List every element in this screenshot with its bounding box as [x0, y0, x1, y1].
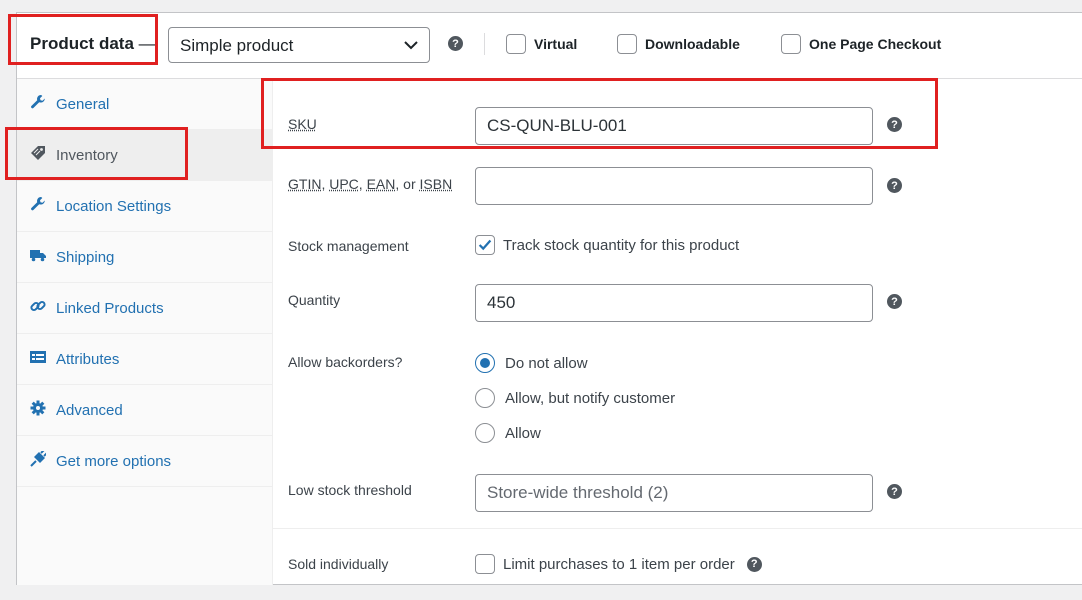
one-page-checkout-checkbox[interactable]: One Page Checkout: [781, 34, 941, 54]
tab-general-label: General: [56, 95, 110, 113]
quantity-input[interactable]: [475, 284, 873, 322]
checkmark-icon: [478, 239, 492, 251]
plug-icon: [30, 451, 46, 467]
tab-advanced[interactable]: Advanced: [17, 385, 273, 436]
inventory-panel: SKU ? GTIN, UPC, EAN, or ISBN ? Stock ma…: [273, 79, 1082, 584]
header-divider: [484, 33, 485, 55]
virtual-checkbox[interactable]: Virtual: [506, 34, 577, 54]
backorders-option-allow[interactable]: Allow: [475, 423, 541, 443]
do-not-allow-label: Do not allow: [505, 354, 588, 372]
list-icon: [30, 351, 46, 363]
sold-individually-check-label: Limit purchases to 1 item per order: [503, 555, 735, 573]
tab-linked-products-label: Linked Products: [56, 299, 164, 317]
sold-individually-help-icon[interactable]: ?: [746, 556, 762, 572]
sold-individually-checkbox-box[interactable]: [475, 554, 495, 574]
tab-get-more-options-label: Get more options: [56, 452, 172, 470]
quantity-help-icon[interactable]: ?: [887, 294, 902, 309]
allow-label: Allow: [505, 424, 541, 442]
chevron-down-icon: [404, 41, 418, 50]
tab-location-settings[interactable]: Location Settings: [17, 181, 273, 232]
low-stock-help-icon[interactable]: ?: [887, 484, 902, 499]
do-not-allow-radio[interactable]: [475, 353, 495, 373]
tab-shipping[interactable]: Shipping: [17, 232, 273, 283]
sku-input[interactable]: [475, 107, 873, 145]
tab-get-more-options[interactable]: Get more options: [17, 436, 273, 487]
tab-attributes-label: Attributes: [56, 350, 120, 368]
one-page-checkout-label: One Page Checkout: [809, 36, 942, 52]
track-stock-label: Track stock quantity for this product: [503, 236, 740, 254]
stock-management-label: Stock management: [288, 238, 409, 254]
gear-icon: [30, 400, 46, 416]
product-data-header: Product data — Simple product ? Virtual …: [17, 13, 1082, 79]
gtin-help-icon[interactable]: ?: [887, 178, 902, 193]
downloadable-label: Downloadable: [645, 36, 740, 52]
track-stock-checkbox[interactable]: Track stock quantity for this product: [475, 235, 739, 255]
tab-shipping-label: Shipping: [56, 248, 115, 266]
tab-linked-products[interactable]: Linked Products: [17, 283, 273, 334]
product-type-select[interactable]: Simple product: [168, 27, 430, 63]
tab-inventory[interactable]: Inventory: [17, 130, 273, 181]
tab-location-settings-label: Location Settings: [56, 197, 172, 215]
gtin-input[interactable]: [475, 167, 873, 205]
allow-radio[interactable]: [475, 423, 495, 443]
one-page-checkout-checkbox-box[interactable]: [781, 34, 801, 54]
sold-individually-label: Sold individually: [288, 556, 389, 572]
section-divider: [273, 528, 1082, 529]
virtual-checkbox-box[interactable]: [506, 34, 526, 54]
link-icon: [30, 300, 46, 312]
wrench-icon: [31, 95, 45, 109]
backorders-option-notify[interactable]: Allow, but notify customer: [475, 388, 675, 408]
product-data-title: Product data —: [30, 34, 156, 53]
truck-icon: [30, 250, 46, 262]
sku-help-icon[interactable]: ?: [887, 117, 902, 132]
sku-label: SKU: [288, 116, 317, 132]
quantity-label: Quantity: [288, 292, 341, 308]
product-type-help-icon[interactable]: ?: [448, 36, 463, 51]
backorders-option-do-not-allow[interactable]: Do not allow: [475, 353, 588, 373]
gtin-label: GTIN, UPC, EAN, or ISBN: [288, 176, 453, 192]
low-stock-input[interactable]: [475, 474, 873, 512]
tab-general[interactable]: General: [17, 79, 273, 130]
tab-attributes[interactable]: Attributes: [17, 334, 273, 385]
tag-icon: [31, 146, 45, 160]
product-data-tabs: General Inventory Location Settings Ship…: [17, 79, 273, 585]
allow-notify-label: Allow, but notify customer: [505, 389, 676, 407]
track-stock-checkbox-box[interactable]: [475, 235, 495, 255]
product-data-panel: Product data — Simple product ? Virtual …: [16, 12, 1082, 585]
allow-notify-radio[interactable]: [475, 388, 495, 408]
wrench-icon: [31, 197, 45, 211]
sold-individually-checkbox[interactable]: Limit purchases to 1 item per order ?: [475, 554, 762, 574]
backorders-label: Allow backorders?: [288, 354, 403, 370]
downloadable-checkbox[interactable]: Downloadable: [617, 34, 740, 54]
virtual-label: Virtual: [534, 36, 578, 52]
tab-advanced-label: Advanced: [56, 401, 123, 419]
low-stock-label: Low stock threshold: [288, 482, 412, 498]
tab-inventory-label: Inventory: [56, 146, 118, 164]
product-type-value: Simple product: [180, 36, 294, 55]
downloadable-checkbox-box[interactable]: [617, 34, 637, 54]
